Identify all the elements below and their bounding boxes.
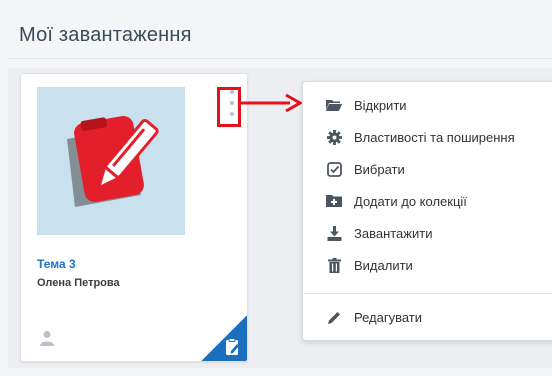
corner-badge: [201, 315, 247, 361]
folder-open-icon: [326, 97, 342, 113]
item-card[interactable]: Тема 3 Олена Петрова: [20, 73, 248, 362]
menu-item-add-to-collection[interactable]: Додати до колекції: [303, 186, 552, 216]
annotation-arrow: [240, 93, 304, 113]
menu-item-label: Вибрати: [354, 161, 405, 177]
menu-item-properties[interactable]: Властивості та поширення: [303, 122, 552, 152]
download-icon: [326, 225, 342, 241]
title-divider: [8, 58, 552, 59]
context-menu: Відкрити Властивості та поширення Вибрат…: [302, 81, 552, 341]
menu-item-label: Додати до колекції: [354, 193, 467, 209]
item-thumbnail[interactable]: [37, 87, 185, 235]
menu-item-delete[interactable]: Видалити: [303, 250, 552, 280]
checkbox-icon: [326, 161, 342, 177]
gear-icon: [326, 129, 342, 145]
annotation-highlight-box: [217, 87, 241, 127]
pencil-icon: [326, 309, 342, 325]
page-title: Мої завантаження: [19, 24, 192, 46]
menu-item-label: Редагувати: [354, 309, 423, 325]
item-title[interactable]: Тема 3: [37, 257, 76, 271]
menu-item-select[interactable]: Вибрати: [303, 154, 552, 184]
clipboard-edit-icon: [226, 338, 239, 355]
menu-item-download[interactable]: Завантажити: [303, 218, 552, 248]
user-icon: [39, 330, 55, 351]
menu-item-label: Відкрити: [354, 97, 407, 113]
item-author: Олена Петрова: [37, 277, 120, 289]
edit-document-icon: [67, 115, 159, 207]
menu-item-open[interactable]: Відкрити: [303, 90, 552, 120]
menu-divider: [303, 293, 552, 294]
folder-plus-icon: [326, 193, 342, 209]
menu-item-edit[interactable]: Редагувати: [303, 302, 552, 332]
menu-item-label: Властивості та поширення: [354, 129, 515, 145]
menu-item-label: Видалити: [354, 257, 413, 273]
trash-icon: [326, 257, 342, 273]
menu-item-label: Завантажити: [354, 225, 433, 241]
